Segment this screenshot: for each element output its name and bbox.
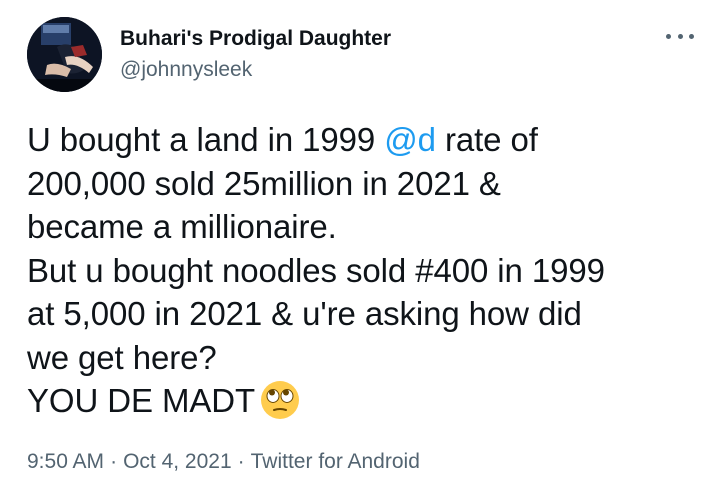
more-options-button[interactable] <box>666 26 694 46</box>
tweet-line: at 5,000 in 2021 & u're asking how did <box>27 295 582 332</box>
tweet-line: YOU DE MADT <box>27 379 697 424</box>
tweet-line: 200,000 sold 25million in 2021 & <box>27 164 501 202</box>
more-horizontal-icon-dot <box>689 33 694 39</box>
tweet-metadata: 9:50 AM · Oct 4, 2021 · Twitter for Android <box>27 450 420 474</box>
face-with-rolling-eyes-icon <box>261 381 300 420</box>
avatar[interactable] <box>27 17 102 92</box>
more-horizontal-icon-dot <box>666 33 671 39</box>
tweet-line: we get here? <box>27 338 217 376</box>
mention-link[interactable]: @d <box>384 121 436 158</box>
separator: · <box>110 450 118 473</box>
tweet-text: U bought a land in 1999 @d rate of 200,0… <box>27 118 697 424</box>
tweet-text-segment: U bought a land in 1999 <box>27 121 385 158</box>
tweet-line: U bought a land in 1999 @d rate of <box>27 118 697 162</box>
tweet-line: But u bought noodles sold #400 in 1999 <box>27 251 605 289</box>
tweet-line: became a millionaire. <box>27 208 337 245</box>
tweet-source[interactable]: Twitter for Android <box>251 450 420 473</box>
tweet-date[interactable]: Oct 4, 2021 <box>123 450 232 473</box>
tweet-time[interactable]: 9:50 AM <box>27 450 104 473</box>
author-handle[interactable]: @johnnysleek <box>120 58 252 82</box>
tweet-text-segment: rate of <box>435 121 538 158</box>
separator: · <box>237 450 245 473</box>
profile-photo-icon <box>27 17 102 92</box>
more-horizontal-icon-dot <box>677 33 683 39</box>
tweet-text-segment: YOU DE MADT <box>27 382 256 419</box>
author-display-name[interactable]: Buhari's Prodigal Daughter <box>120 27 391 51</box>
